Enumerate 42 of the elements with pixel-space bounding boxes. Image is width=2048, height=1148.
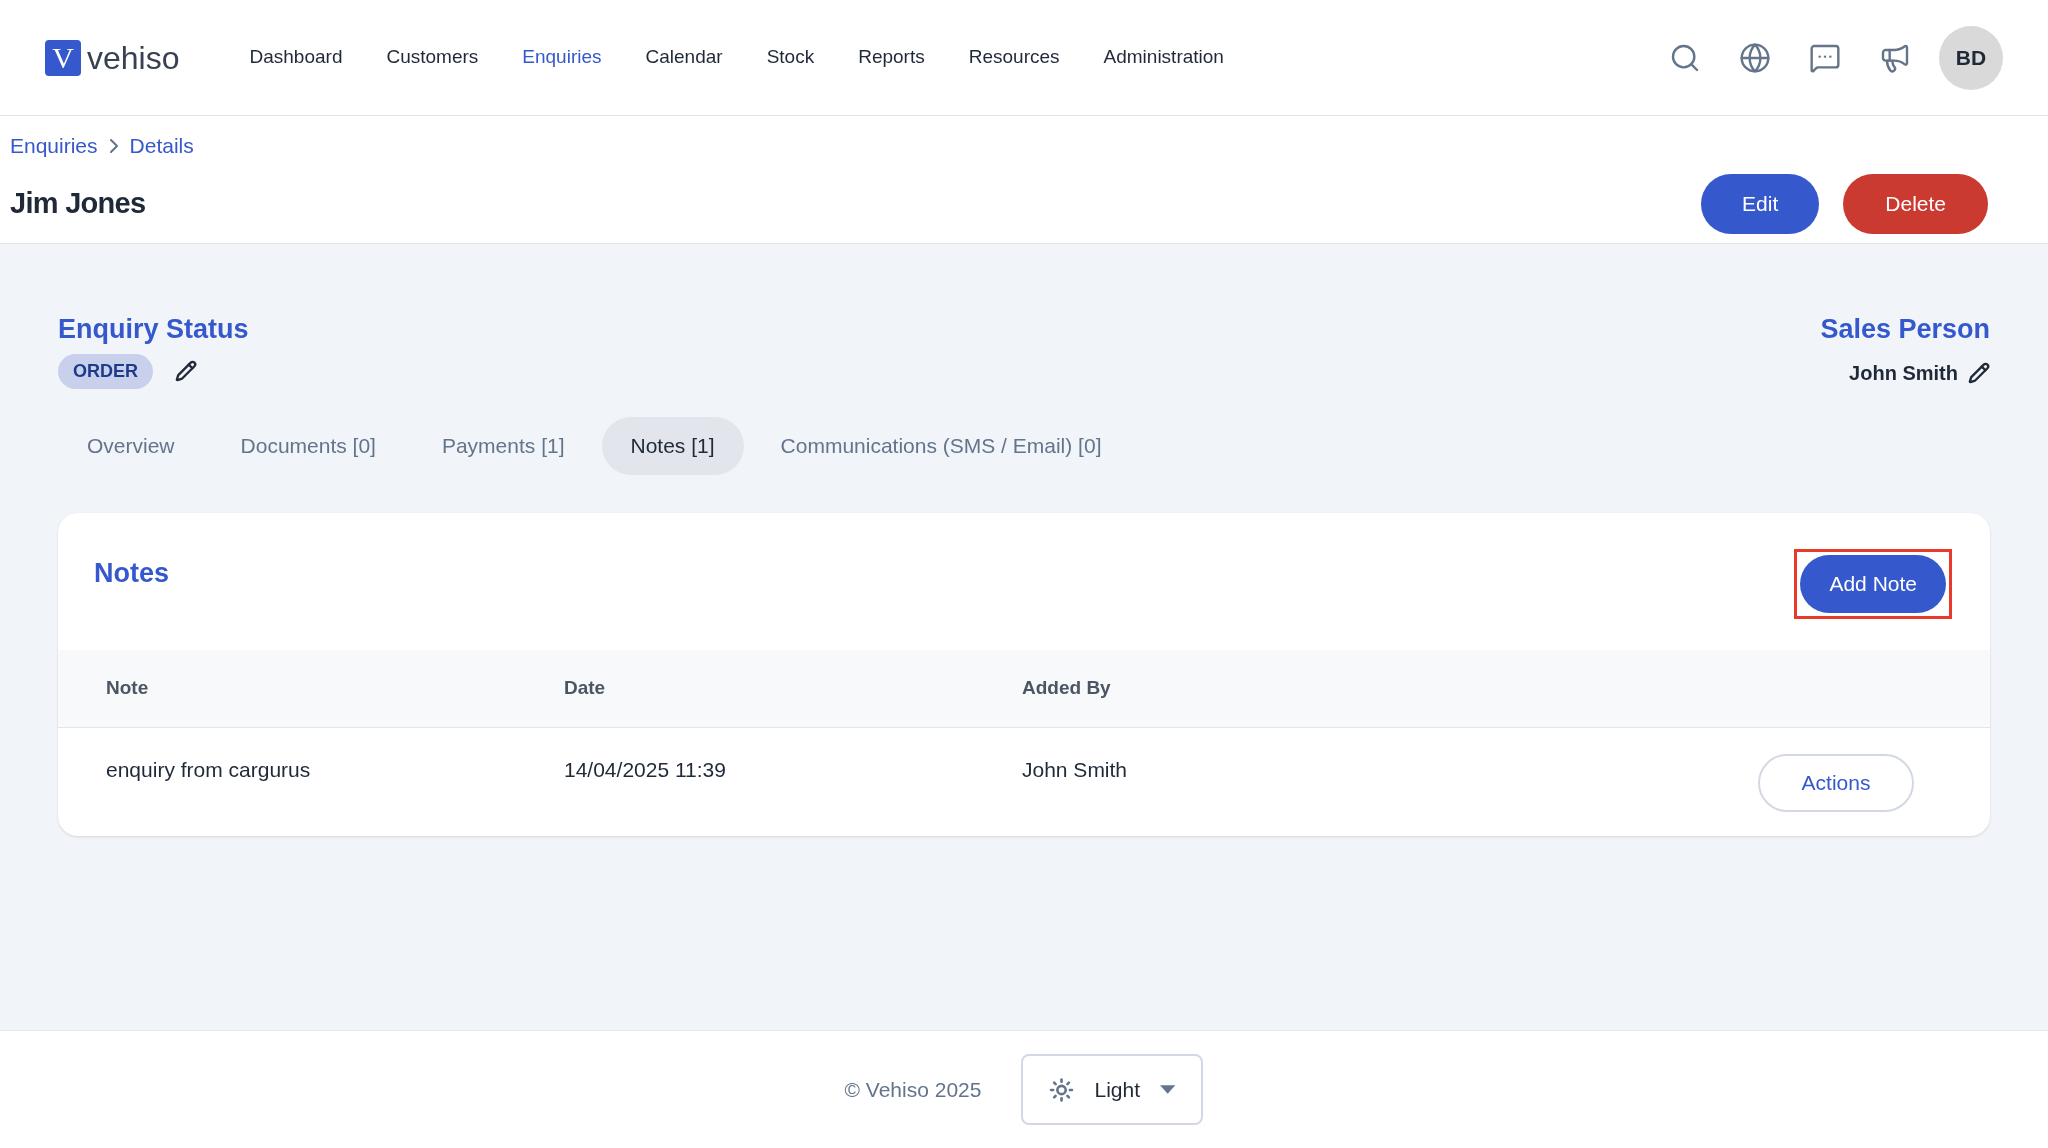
table-cell-text: John Smith (1022, 756, 1129, 783)
breadcrumb-link[interactable]: Details (129, 130, 194, 162)
nav-link[interactable]: Administration (1103, 43, 1224, 72)
nav-link[interactable]: Stock (766, 43, 815, 72)
theme-dropdown[interactable]: Light (1021, 1054, 1204, 1125)
column-header: Note (106, 675, 150, 700)
logo-mark[interactable]: V (45, 39, 81, 76)
nav-link[interactable]: Enquiries (522, 43, 602, 72)
add-note-button[interactable]: Add Note (1800, 554, 1946, 613)
actions-button[interactable]: Actions (1758, 753, 1914, 812)
breadcrumb-link[interactable]: Enquiries (10, 130, 98, 162)
caret-icon (1160, 1085, 1176, 1094)
column-header: Added By (1022, 675, 1112, 700)
table-cell-text: 14/04/2025 11:39 (564, 756, 727, 783)
card-title: Notes (94, 556, 169, 590)
chevron-right-icon (109, 138, 118, 153)
globe-icon[interactable] (1739, 41, 1771, 74)
sun-icon (1049, 1076, 1075, 1103)
nav-link[interactable]: Resources (968, 43, 1060, 72)
tab[interactable]: Notes [1] (601, 416, 744, 475)
pencil-icon[interactable] (175, 360, 197, 382)
delete-button[interactable]: Delete (1843, 173, 1988, 234)
status-badge: ORDER (58, 353, 153, 389)
tab[interactable]: Overview (58, 416, 204, 475)
logo-text[interactable]: vehiso (87, 33, 180, 82)
nav-link[interactable]: Calendar (645, 43, 723, 72)
table-cell-text: enquiry from cargurus (106, 756, 312, 783)
edit-button[interactable]: Edit (1701, 173, 1820, 234)
tab[interactable]: Payments [1] (412, 416, 594, 475)
user-avatar[interactable]: BD (1939, 25, 2003, 90)
nav-link[interactable]: Reports (858, 43, 925, 72)
tab[interactable]: Communications (SMS / Email) [0] (751, 416, 1131, 475)
nav-link[interactable]: Customers (386, 43, 479, 72)
column-header: Date (564, 675, 607, 700)
copyright-text: © Vehiso 2025 (844, 1076, 982, 1103)
tab[interactable]: Documents [0] (211, 416, 405, 475)
pencil-icon[interactable] (1968, 361, 1990, 384)
section-heading: Enquiry Status (58, 313, 249, 346)
sales-person-name: John Smith (1849, 360, 1958, 386)
page-title: Jim Jones (10, 185, 146, 221)
section-heading: Sales Person (1820, 313, 1990, 346)
nav-link[interactable]: Dashboard (249, 43, 343, 72)
